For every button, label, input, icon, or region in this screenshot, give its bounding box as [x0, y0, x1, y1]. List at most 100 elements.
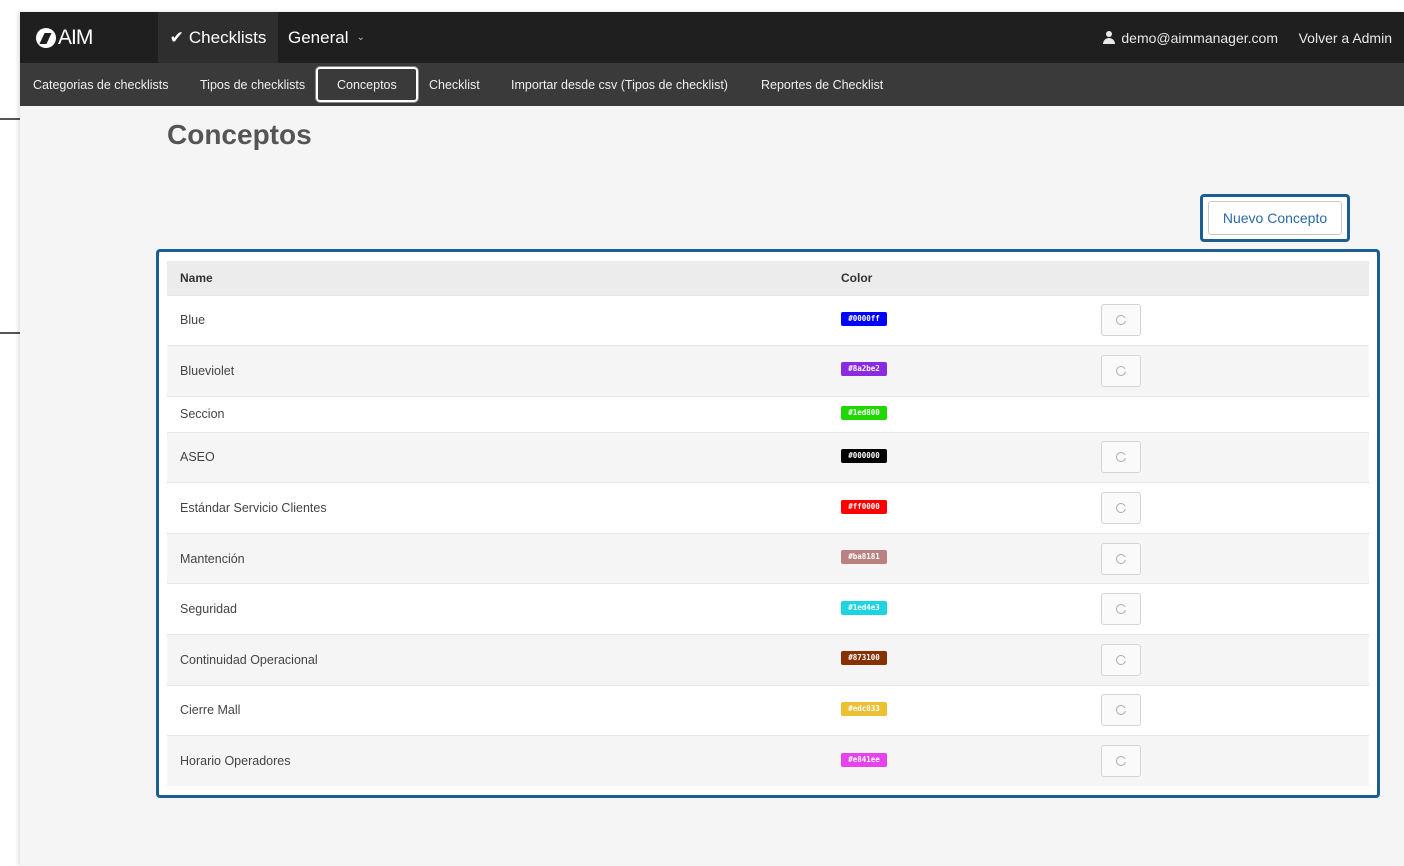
page-container: AIM ✔ Checklists General ⌄ demo@aimmanag…: [20, 12, 1404, 866]
color-badge: #ff0000: [841, 499, 887, 514]
subnav-categorias[interactable]: Categorias de checklists: [33, 63, 168, 106]
color-badge: #0000ff: [841, 311, 887, 326]
table-row: Mantención #ba8181: [167, 532, 1369, 584]
table-row: Blueviolet #8a2be2: [167, 345, 1369, 397]
table-row: Continuidad Operacional #873100: [167, 634, 1369, 686]
cell-name: Blue: [167, 294, 828, 346]
nav-general-label: General: [288, 27, 349, 47]
cell-color: #ba8181: [828, 532, 1095, 584]
brand-text: AIM: [58, 25, 93, 49]
history-icon: [1116, 553, 1128, 564]
cell-actions: [1095, 482, 1369, 534]
color-badge: #8a2be2: [841, 362, 887, 377]
row-action-button[interactable]: [1101, 304, 1141, 337]
cell-actions: [1095, 634, 1369, 686]
subnav-importar-csv[interactable]: Importar desde csv (Tipos de checklist): [511, 63, 728, 106]
history-icon: [1116, 365, 1128, 376]
table-row: Estándar Servicio Clientes #ff0000: [167, 482, 1369, 534]
cell-actions: [1095, 345, 1369, 397]
nav-checklists[interactable]: ✔ Checklists: [158, 12, 278, 63]
table-row: Cierre Mall #edc033: [167, 684, 1369, 736]
color-badge: #1ed800: [841, 405, 887, 420]
cell-color: #1ed800: [828, 395, 1095, 433]
header-color: Color: [841, 270, 873, 285]
cell-name: Horario Operadores: [167, 735, 828, 787]
row-action-button[interactable]: [1101, 745, 1141, 778]
cell-actions: [1095, 735, 1369, 787]
color-badge: #000000: [841, 448, 887, 463]
new-concept-button[interactable]: Nuevo Concepto: [1208, 201, 1342, 235]
cell-actions: [1095, 395, 1369, 433]
history-icon: [1116, 654, 1128, 665]
history-icon: [1116, 604, 1128, 615]
cell-actions: [1095, 431, 1369, 483]
subnav-tipos[interactable]: Tipos de checklists: [200, 63, 305, 106]
cell-color: #873100: [828, 634, 1095, 686]
cell-color: #edc033: [828, 684, 1095, 736]
cell-actions: [1095, 294, 1369, 346]
cell-color: #ff0000: [828, 482, 1095, 534]
table-row: Horario Operadores #e841ee: [167, 735, 1369, 787]
color-badge: #ba8181: [841, 550, 887, 565]
row-action-button[interactable]: [1101, 643, 1141, 676]
user-icon: [1103, 31, 1116, 44]
sub-navbar: Categorias de checklists Tipos de checkl…: [20, 63, 1404, 106]
row-action-button[interactable]: [1101, 694, 1141, 727]
nav-checklists-label: Checklists: [188, 27, 267, 47]
row-action-button[interactable]: [1101, 542, 1141, 575]
brand-logo[interactable]: AIM: [20, 12, 158, 63]
history-icon: [1116, 756, 1128, 767]
table-row: Seguridad #1ed4e3: [167, 583, 1369, 635]
history-icon: [1116, 315, 1128, 326]
cell-name: Seguridad: [167, 583, 828, 635]
nav-general-dropdown[interactable]: General ⌄: [278, 12, 375, 63]
cell-actions: [1095, 684, 1369, 736]
concepts-table: Name Color Blue #0000ff Blueviolet #8a2be2 S…: [167, 261, 1369, 787]
cell-color: #8a2be2: [828, 345, 1095, 397]
cell-actions: [1095, 532, 1369, 584]
concepts-table-container: Name Color Blue #0000ff Blueviolet #8a2be2 S…: [156, 249, 1380, 798]
color-badge: #1ed4e3: [841, 600, 887, 615]
subnav-checklist[interactable]: Checklist: [429, 63, 480, 106]
cell-name: Seccion: [167, 395, 828, 433]
history-icon: [1116, 503, 1128, 514]
color-badge: #873100: [841, 651, 887, 666]
row-action-button[interactable]: [1101, 354, 1141, 387]
cell-name: Blueviolet: [167, 345, 828, 397]
user-email: demo@aimmanager.com: [1121, 29, 1278, 46]
back-to-admin-link[interactable]: Volver a Admin: [1299, 12, 1392, 63]
user-menu[interactable]: demo@aimmanager.com: [1103, 12, 1278, 63]
row-action-button[interactable]: [1101, 593, 1141, 626]
cell-name: Estándar Servicio Clientes: [167, 482, 828, 534]
table-row: Blue #0000ff: [167, 294, 1369, 346]
row-action-button[interactable]: [1101, 492, 1141, 525]
header-actions: [1095, 261, 1369, 295]
color-badge: #edc033: [841, 701, 887, 716]
table-row: ASEO #000000: [167, 431, 1369, 483]
new-concept-highlight: Nuevo Concepto: [1200, 194, 1350, 242]
cell-actions: [1095, 583, 1369, 635]
cell-color: #0000ff: [828, 294, 1095, 346]
table-row: Seccion #1ed800: [167, 395, 1369, 433]
subnav-conceptos[interactable]: Conceptos: [316, 67, 418, 102]
cell-color: #e841ee: [828, 735, 1095, 787]
history-icon: [1116, 452, 1128, 463]
table-body: Blue #0000ff Blueviolet #8a2be2 Seccion #1ed8…: [167, 294, 1369, 787]
cell-name: ASEO: [167, 431, 828, 483]
header-name: Name: [180, 270, 213, 285]
subnav-reportes[interactable]: Reportes de Checklist: [761, 63, 883, 106]
cell-name: Cierre Mall: [167, 684, 828, 736]
check-icon: ✔: [169, 27, 184, 47]
page-title: Conceptos: [167, 119, 312, 150]
color-badge: #e841ee: [841, 752, 887, 767]
cell-name: Continuidad Operacional: [167, 634, 828, 686]
cell-name: Mantención: [167, 532, 828, 584]
table-header-row: Name Color: [167, 261, 1369, 295]
chevron-down-icon: ⌄: [356, 32, 365, 43]
history-icon: [1116, 705, 1128, 716]
cell-color: #000000: [828, 431, 1095, 483]
top-navbar: AIM ✔ Checklists General ⌄ demo@aimmanag…: [20, 12, 1404, 63]
row-action-button[interactable]: [1101, 441, 1141, 474]
cell-color: #1ed4e3: [828, 583, 1095, 635]
aim-logo-icon: [36, 27, 56, 48]
